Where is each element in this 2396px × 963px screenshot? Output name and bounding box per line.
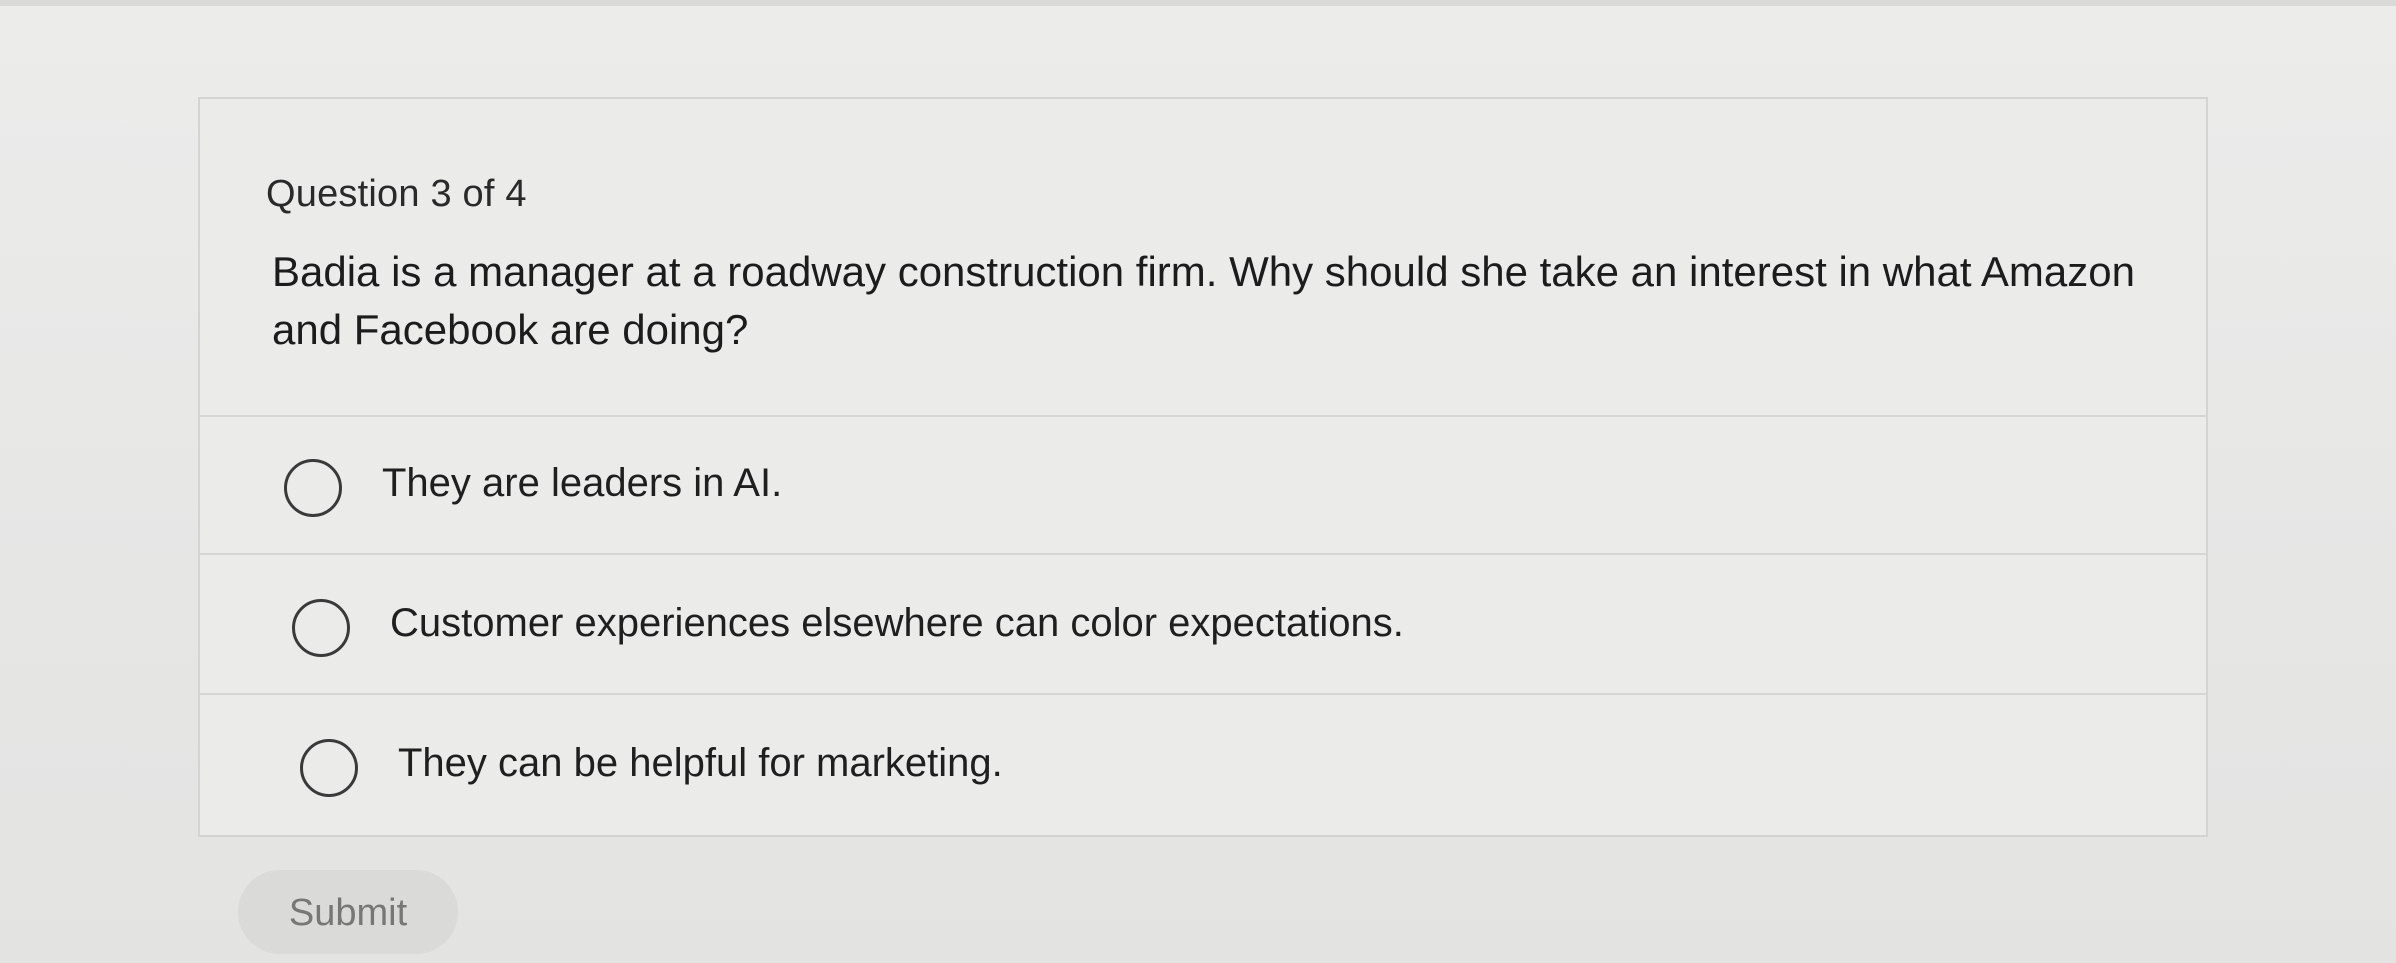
submit-button[interactable]: Submit [238, 870, 458, 954]
answer-option-2[interactable]: Customer experiences elsewhere can color… [200, 557, 2206, 695]
question-text: Badia is a manager at a roadway construc… [272, 248, 2135, 353]
question-header: Question 3 of 4 Badia is a manager at a … [200, 99, 2206, 417]
radio-button-icon[interactable] [300, 739, 358, 797]
screen-background: Question 3 of 4 Badia is a manager at a … [0, 0, 2396, 963]
answer-option-3[interactable]: They can be helpful for marketing. [200, 697, 2206, 837]
answer-option-label: They can be helpful for marketing. [398, 741, 1003, 785]
answer-option-label: They are leaders in AI. [382, 461, 783, 505]
radio-button-icon[interactable] [292, 599, 350, 657]
question-card: Question 3 of 4 Badia is a manager at a … [198, 97, 2208, 837]
answer-option-1[interactable]: They are leaders in AI. [200, 417, 2206, 555]
question-counter: Question 3 of 4 [266, 173, 527, 215]
answer-option-label: Customer experiences elsewhere can color… [390, 601, 1404, 645]
radio-button-icon[interactable] [284, 459, 342, 517]
top-edge-divider [0, 0, 2396, 6]
